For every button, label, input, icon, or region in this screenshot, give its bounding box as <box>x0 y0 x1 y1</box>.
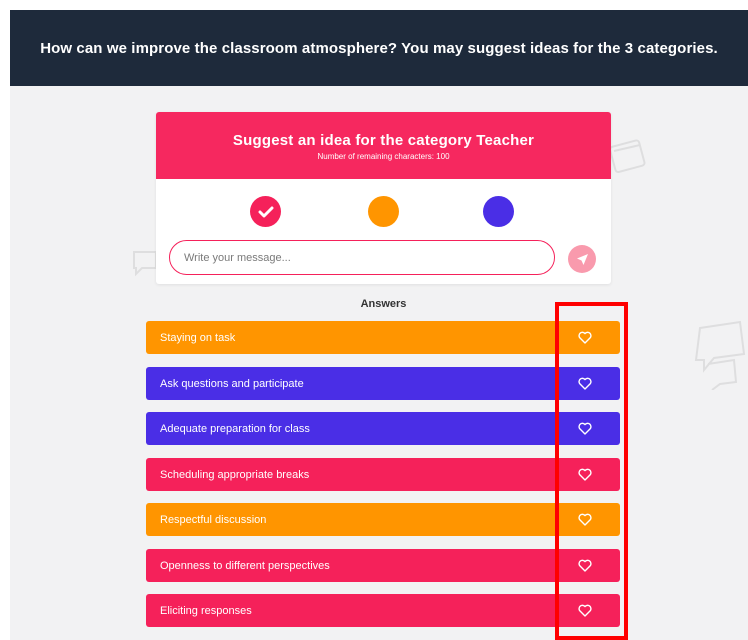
heart-icon[interactable] <box>578 331 592 344</box>
answer-item[interactable]: Ask questions and participate <box>146 367 620 400</box>
heart-icon[interactable] <box>578 559 592 572</box>
page-title: How can we improve the classroom atmosph… <box>40 39 718 57</box>
answer-label: Openness to different perspectives <box>160 559 330 572</box>
page: How can we improve the classroom atmosph… <box>10 10 748 640</box>
heart-icon[interactable] <box>578 422 592 435</box>
answer-label: Respectful discussion <box>160 513 267 526</box>
suggestion-card: Suggest an idea for the category Teacher… <box>156 112 611 284</box>
send-icon <box>576 253 588 265</box>
category-teacher-button[interactable] <box>250 196 281 227</box>
heart-icon[interactable] <box>578 468 592 481</box>
message-input[interactable] <box>169 240 555 275</box>
chat-bubble-doodle-icon <box>694 320 746 390</box>
answer-item[interactable]: Adequate preparation for class <box>146 412 620 445</box>
remaining-characters: Number of remaining characters: 100 <box>317 152 450 161</box>
answer-item[interactable]: Openness to different perspectives <box>146 549 620 582</box>
card-header: Suggest an idea for the category Teacher… <box>156 112 611 179</box>
check-icon <box>258 206 273 217</box>
answer-label: Ask questions and participate <box>160 377 304 390</box>
answer-label: Staying on task <box>160 331 236 344</box>
answer-item[interactable]: Staying on task <box>146 321 620 354</box>
category-orange-button[interactable] <box>368 196 399 227</box>
category-purple-button[interactable] <box>483 196 514 227</box>
heart-icon[interactable] <box>578 377 592 390</box>
calendar-doodle-icon <box>609 139 646 173</box>
heart-icon[interactable] <box>578 604 592 617</box>
answer-label: Scheduling appropriate breaks <box>160 468 310 481</box>
answer-item[interactable]: Eliciting responses <box>146 594 620 627</box>
answers-heading: Answers <box>360 298 407 310</box>
send-button[interactable] <box>568 245 596 273</box>
heart-icon[interactable] <box>578 513 592 526</box>
category-selector <box>156 179 611 239</box>
answer-item[interactable]: Scheduling appropriate breaks <box>146 458 620 491</box>
page-header: How can we improve the classroom atmosph… <box>10 10 748 86</box>
answer-label: Adequate preparation for class <box>160 422 310 435</box>
answer-item[interactable]: Respectful discussion <box>146 503 620 536</box>
answer-label: Eliciting responses <box>160 604 252 617</box>
card-title: Suggest an idea for the category Teacher <box>232 132 535 149</box>
